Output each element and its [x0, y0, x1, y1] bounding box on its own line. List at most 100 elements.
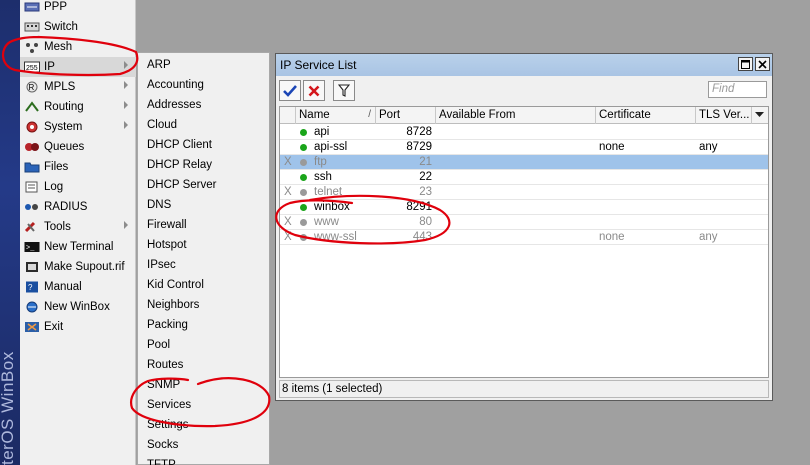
submenu-item-tftp[interactable]: TFTP: [138, 455, 269, 465]
menu-item-files[interactable]: Files: [20, 157, 136, 177]
submenu-item-socks[interactable]: Socks: [138, 435, 269, 455]
submenu-item-cloud[interactable]: Cloud: [138, 115, 269, 135]
submenu-item-settings[interactable]: Settings: [138, 415, 269, 435]
submenu-item-kid-control[interactable]: Kid Control: [138, 275, 269, 295]
column-menu-button[interactable]: [752, 107, 768, 124]
submenu-item-services[interactable]: Services: [138, 395, 269, 415]
submenu-item-arp[interactable]: ARP: [138, 55, 269, 75]
menu-item-log[interactable]: Log: [20, 177, 136, 197]
table-row[interactable]: ssh 22: [280, 170, 768, 185]
menu-item-label: Manual: [44, 281, 82, 293]
cell-flag: [284, 170, 296, 185]
status-text: 8 items (1 selected): [282, 383, 383, 395]
menu-item-switch[interactable]: Switch: [20, 17, 136, 37]
cell-name: telnet: [314, 186, 343, 198]
tls-version-column-header[interactable]: TLS Ver...: [696, 107, 752, 124]
menu-item-system[interactable]: System: [20, 117, 136, 137]
menu-item-label: Make Supout.rif: [44, 261, 125, 273]
cell-tls: [699, 155, 749, 170]
filter-button[interactable]: [333, 80, 355, 101]
submenu-item-dns[interactable]: DNS: [138, 195, 269, 215]
menu-item-manual[interactable]: ? Manual: [20, 277, 136, 297]
menu-item-tools[interactable]: Tools: [20, 217, 136, 237]
cell-certificate: [599, 170, 694, 185]
menu-item-radius[interactable]: RADIUS: [20, 197, 136, 217]
cell-tls: [699, 215, 749, 230]
cell-tls: any: [699, 231, 718, 243]
submenu-item-pool[interactable]: Pool: [138, 335, 269, 355]
cell-available-from: [440, 200, 590, 215]
submenu-item-addresses[interactable]: Addresses: [138, 95, 269, 115]
close-button[interactable]: [755, 57, 770, 71]
cell-tls: [699, 125, 749, 140]
window-titlebar[interactable]: IP Service List: [276, 54, 772, 76]
terminal-icon: >_: [24, 240, 40, 254]
table-row[interactable]: Xftp 21: [280, 155, 768, 170]
routing-icon: [24, 100, 40, 114]
ip-icon: 255: [24, 60, 40, 74]
enable-button[interactable]: [279, 80, 301, 101]
find-input[interactable]: Find: [708, 81, 767, 98]
maximize-button[interactable]: [738, 57, 753, 71]
window-title: IP Service List: [280, 58, 357, 72]
menu-item-new-terminal[interactable]: >_ New Terminal: [20, 237, 136, 257]
submenu-item-dhcp-relay[interactable]: DHCP Relay: [138, 155, 269, 175]
disabled-status-icon: [300, 234, 307, 241]
cell-flag: X: [284, 216, 292, 228]
cell-name: ssh: [314, 171, 332, 183]
available-from-column-header[interactable]: Available From: [436, 107, 596, 124]
submenu-item-packing[interactable]: Packing: [138, 315, 269, 335]
menu-item-label: Tools: [44, 221, 71, 233]
menu-item-ppp[interactable]: PPP: [20, 0, 136, 17]
menu-item-routing[interactable]: Routing: [20, 97, 136, 117]
menu-item-mesh[interactable]: Mesh: [20, 37, 136, 57]
menu-item-mpls[interactable]: R MPLS: [20, 77, 136, 97]
maximize-icon: [741, 59, 750, 69]
menu-item-label: Exit: [44, 321, 64, 333]
submenu-arrow-icon: [124, 101, 128, 109]
cell-flag: [284, 200, 296, 215]
system-icon: [24, 120, 40, 134]
table-row[interactable]: winbox 8291: [280, 200, 768, 215]
menu-item-label: RADIUS: [44, 201, 88, 213]
table-row[interactable]: api-ssl 8729 none any: [280, 140, 768, 155]
submenu-item-hotspot[interactable]: Hotspot: [138, 235, 269, 255]
menu-item-label: PPP: [44, 1, 68, 13]
submenu-item-firewall[interactable]: Firewall: [138, 215, 269, 235]
menu-item-make-supout-rif[interactable]: Make Supout.rif: [20, 257, 136, 277]
cell-available-from: [440, 185, 590, 200]
submenu-item-ipsec[interactable]: IPsec: [138, 255, 269, 275]
dropdown-arrow-icon: [755, 112, 764, 117]
switch-icon: [24, 20, 40, 34]
svg-text:>_: >_: [26, 245, 35, 253]
cell-flag: [284, 125, 296, 140]
certificate-column-header[interactable]: Certificate: [596, 107, 696, 124]
cell-port: 8729: [406, 141, 432, 153]
table-row[interactable]: api 8728: [280, 125, 768, 140]
port-column-header[interactable]: Port: [376, 107, 436, 124]
submenu-item-dhcp-client[interactable]: DHCP Client: [138, 135, 269, 155]
svg-text:255: 255: [26, 65, 38, 72]
table-row[interactable]: Xtelnet 23: [280, 185, 768, 200]
submenu-item-snmp[interactable]: SNMP: [138, 375, 269, 395]
menu-item-exit[interactable]: Exit: [20, 317, 136, 337]
submenu-item-neighbors[interactable]: Neighbors: [138, 295, 269, 315]
table-row[interactable]: Xwww 80: [280, 215, 768, 230]
cell-port: 443: [412, 231, 432, 243]
x-icon: [308, 85, 320, 96]
submenu-item-dhcp-server[interactable]: DHCP Server: [138, 175, 269, 195]
cell-port: 21: [419, 156, 432, 168]
submenu-item-accounting[interactable]: Accounting: [138, 75, 269, 95]
name-column-header[interactable]: Name /: [296, 107, 376, 124]
disable-button[interactable]: [303, 80, 325, 101]
flag-column-header[interactable]: [280, 107, 296, 124]
cell-available-from: [440, 170, 590, 185]
cell-tls: [699, 185, 749, 200]
menu-item-new-winbox[interactable]: New WinBox: [20, 297, 136, 317]
submenu-item-routes[interactable]: Routes: [138, 355, 269, 375]
cell-certificate: none: [599, 141, 625, 153]
menu-item-queues[interactable]: Queues: [20, 137, 136, 157]
service-table: Name / Port Available From Certificate T…: [279, 106, 769, 378]
menu-item-ip[interactable]: 255 IP: [20, 57, 136, 77]
table-row[interactable]: Xwww-ssl 443 none any: [280, 230, 768, 245]
